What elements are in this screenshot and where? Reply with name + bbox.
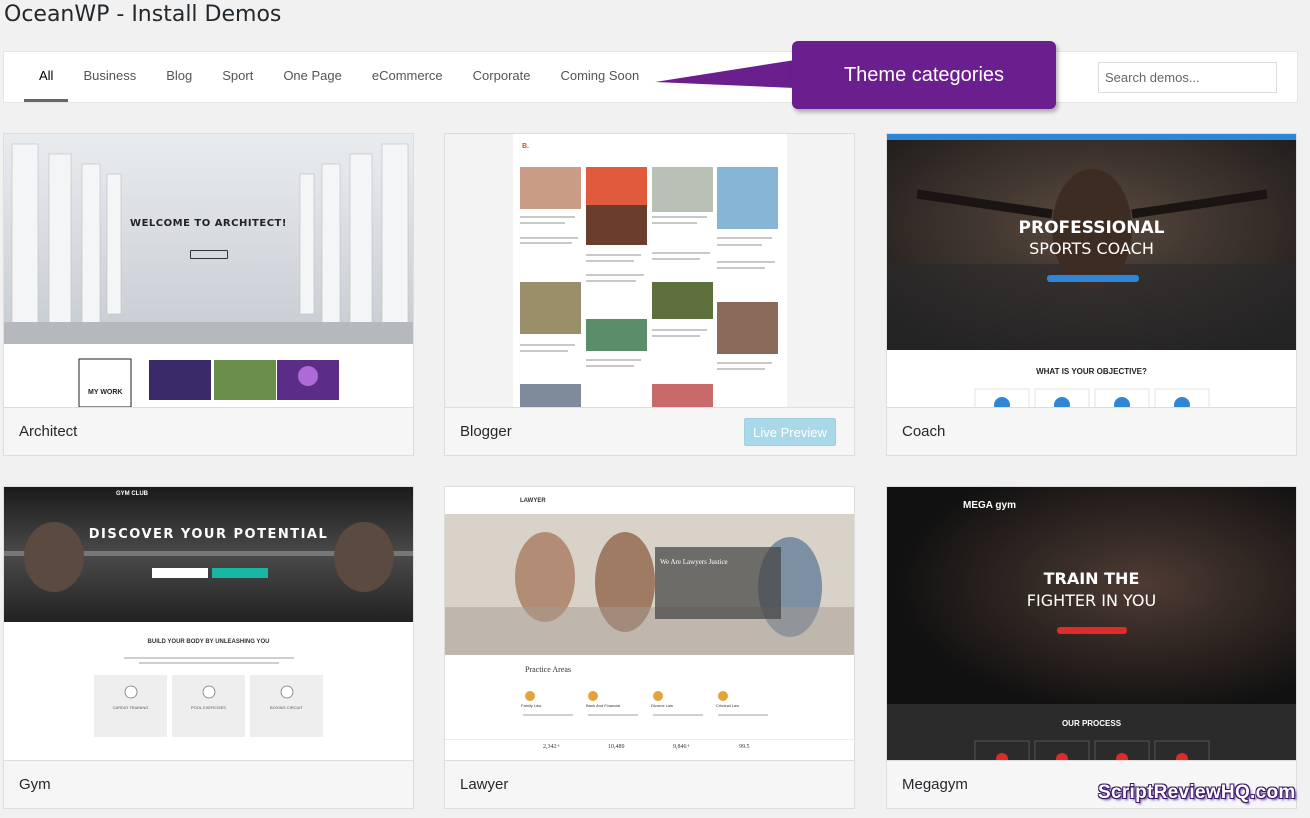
demo-card-footer: Lawyer xyxy=(445,760,854,808)
callout-pointer xyxy=(655,60,795,88)
demo-card-footer: Blogger Live Preview xyxy=(445,407,854,455)
demo-card-footer: Coach xyxy=(887,407,1296,455)
demo-screenshot[interactable]: PROFESSIONAL SPORTS COACH WHAT IS YOUR O… xyxy=(887,134,1296,407)
lawyer-area-bank: Bank And Financial xyxy=(586,703,621,708)
lawyer-area-family: Family Law xyxy=(521,703,542,708)
svg-text:B.: B. xyxy=(522,143,529,150)
coach-section-title: WHAT IS YOUR OBJECTIVE? xyxy=(1036,367,1147,376)
demo-screenshot[interactable]: MEGA gym TRAIN THE FIGHTER IN YOU OUR PR… xyxy=(887,487,1296,760)
demo-screenshot[interactable]: GYM CLUB DISCOVER YOUR POTENTIAL BUILD Y… xyxy=(4,487,413,760)
demo-screenshot[interactable]: WELCOME TO ARCHITECT! MY WORK xyxy=(4,134,413,407)
watermark: ScriptReviewHQ.com xyxy=(1098,782,1296,803)
architect-hero-button xyxy=(190,250,228,259)
gym-feature-pool: POOL EXERCISES xyxy=(191,705,226,710)
coach-hero-line2: SPORTS COACH xyxy=(1029,239,1154,258)
demo-name: Gym xyxy=(19,776,51,793)
gym-brand: GYM CLUB xyxy=(116,491,148,497)
architect-work-label: MY WORK xyxy=(88,389,123,396)
demo-screenshot[interactable]: B. xyxy=(445,134,854,407)
demo-card-coach[interactable]: PROFESSIONAL SPORTS COACH WHAT IS YOUR O… xyxy=(886,133,1297,456)
demo-card-footer: Architect xyxy=(4,407,413,455)
gym-feature-boxing: BOXING CIRCUIT xyxy=(270,705,303,710)
filter-tabs: All Business Blog Sport One Page eCommer… xyxy=(24,52,654,102)
demo-card-gym[interactable]: GYM CLUB DISCOVER YOUR POTENTIAL BUILD Y… xyxy=(3,486,414,809)
lawyer-area-criminal: Criminal Law xyxy=(716,703,740,708)
megagym-section-title: OUR PROCESS xyxy=(1061,719,1122,728)
demo-card-megagym[interactable]: MEGA gym TRAIN THE FIGHTER IN YOU OUR PR… xyxy=(886,486,1297,809)
demo-card-footer: Gym xyxy=(4,760,413,808)
lawyer-area-divorce: Divorce Law xyxy=(651,703,674,708)
gym-feature-cardio: CARDIO TRAINING xyxy=(112,705,149,710)
megagym-hero-line2: FIGHTER IN YOU xyxy=(1026,591,1157,610)
architect-hero-title: WELCOME TO ARCHITECT! xyxy=(130,218,287,229)
filter-tab-corporate[interactable]: Corporate xyxy=(458,52,546,102)
demo-name: Architect xyxy=(19,423,78,440)
coach-hero-line1: PROFESSIONAL xyxy=(1018,218,1165,238)
megagym-hero-line1: TRAIN THE xyxy=(1043,569,1140,588)
lawyer-stat-4: 99.5 xyxy=(739,744,750,750)
filter-tab-sport[interactable]: Sport xyxy=(207,52,268,102)
demo-card-lawyer[interactable]: LAWYER We Are Lawyers Justice Practice A… xyxy=(444,486,855,809)
blogger-preview-image: B. xyxy=(513,134,787,407)
demo-name: Blogger xyxy=(460,423,512,440)
lawyer-brand: LAWYER xyxy=(520,498,546,504)
megagym-brand: MEGA gym xyxy=(963,500,1016,511)
filter-bar: All Business Blog Sport One Page eCommer… xyxy=(3,51,1298,103)
lawyer-section-title: Practice Areas xyxy=(525,665,571,674)
demo-card-blogger[interactable]: B. Blogger Live Preview xyxy=(444,133,855,456)
search-demos-input[interactable] xyxy=(1098,62,1277,93)
lawyer-preview-image xyxy=(445,487,854,760)
filter-tab-blog[interactable]: Blog xyxy=(151,52,207,102)
filter-tab-one-page[interactable]: One Page xyxy=(268,52,357,102)
page-title: OceanWP - Install Demos xyxy=(4,2,282,27)
live-preview-button[interactable]: Live Preview xyxy=(744,418,836,446)
demo-name: Megagym xyxy=(902,776,968,793)
lawyer-stat-2: 10,489 xyxy=(608,744,625,750)
demo-name: Lawyer xyxy=(460,776,509,793)
filter-tab-ecommerce[interactable]: eCommerce xyxy=(357,52,458,102)
gym-section-title: BUILD YOUR BODY BY UNLEASHING YOU xyxy=(147,639,270,645)
theme-categories-callout: Theme categories xyxy=(792,41,1056,109)
demo-name: Coach xyxy=(902,423,946,440)
lawyer-stat-1: 2,342+ xyxy=(543,744,560,750)
architect-preview-image xyxy=(4,134,413,407)
demo-screenshot[interactable]: LAWYER We Are Lawyers Justice Practice A… xyxy=(445,487,854,760)
filter-tab-business[interactable]: Business xyxy=(68,52,151,102)
lawyer-hero-title: We Are Lawyers Justice xyxy=(660,558,728,566)
filter-tab-coming-soon[interactable]: Coming Soon xyxy=(545,52,654,102)
filter-tab-all[interactable]: All xyxy=(24,52,69,102)
demo-card-architect[interactable]: WELCOME TO ARCHITECT! MY WORK Architect xyxy=(3,133,414,456)
gym-hero-title: DISCOVER YOUR POTENTIAL xyxy=(88,527,329,542)
lawyer-stat-3: 9,846+ xyxy=(673,744,690,750)
